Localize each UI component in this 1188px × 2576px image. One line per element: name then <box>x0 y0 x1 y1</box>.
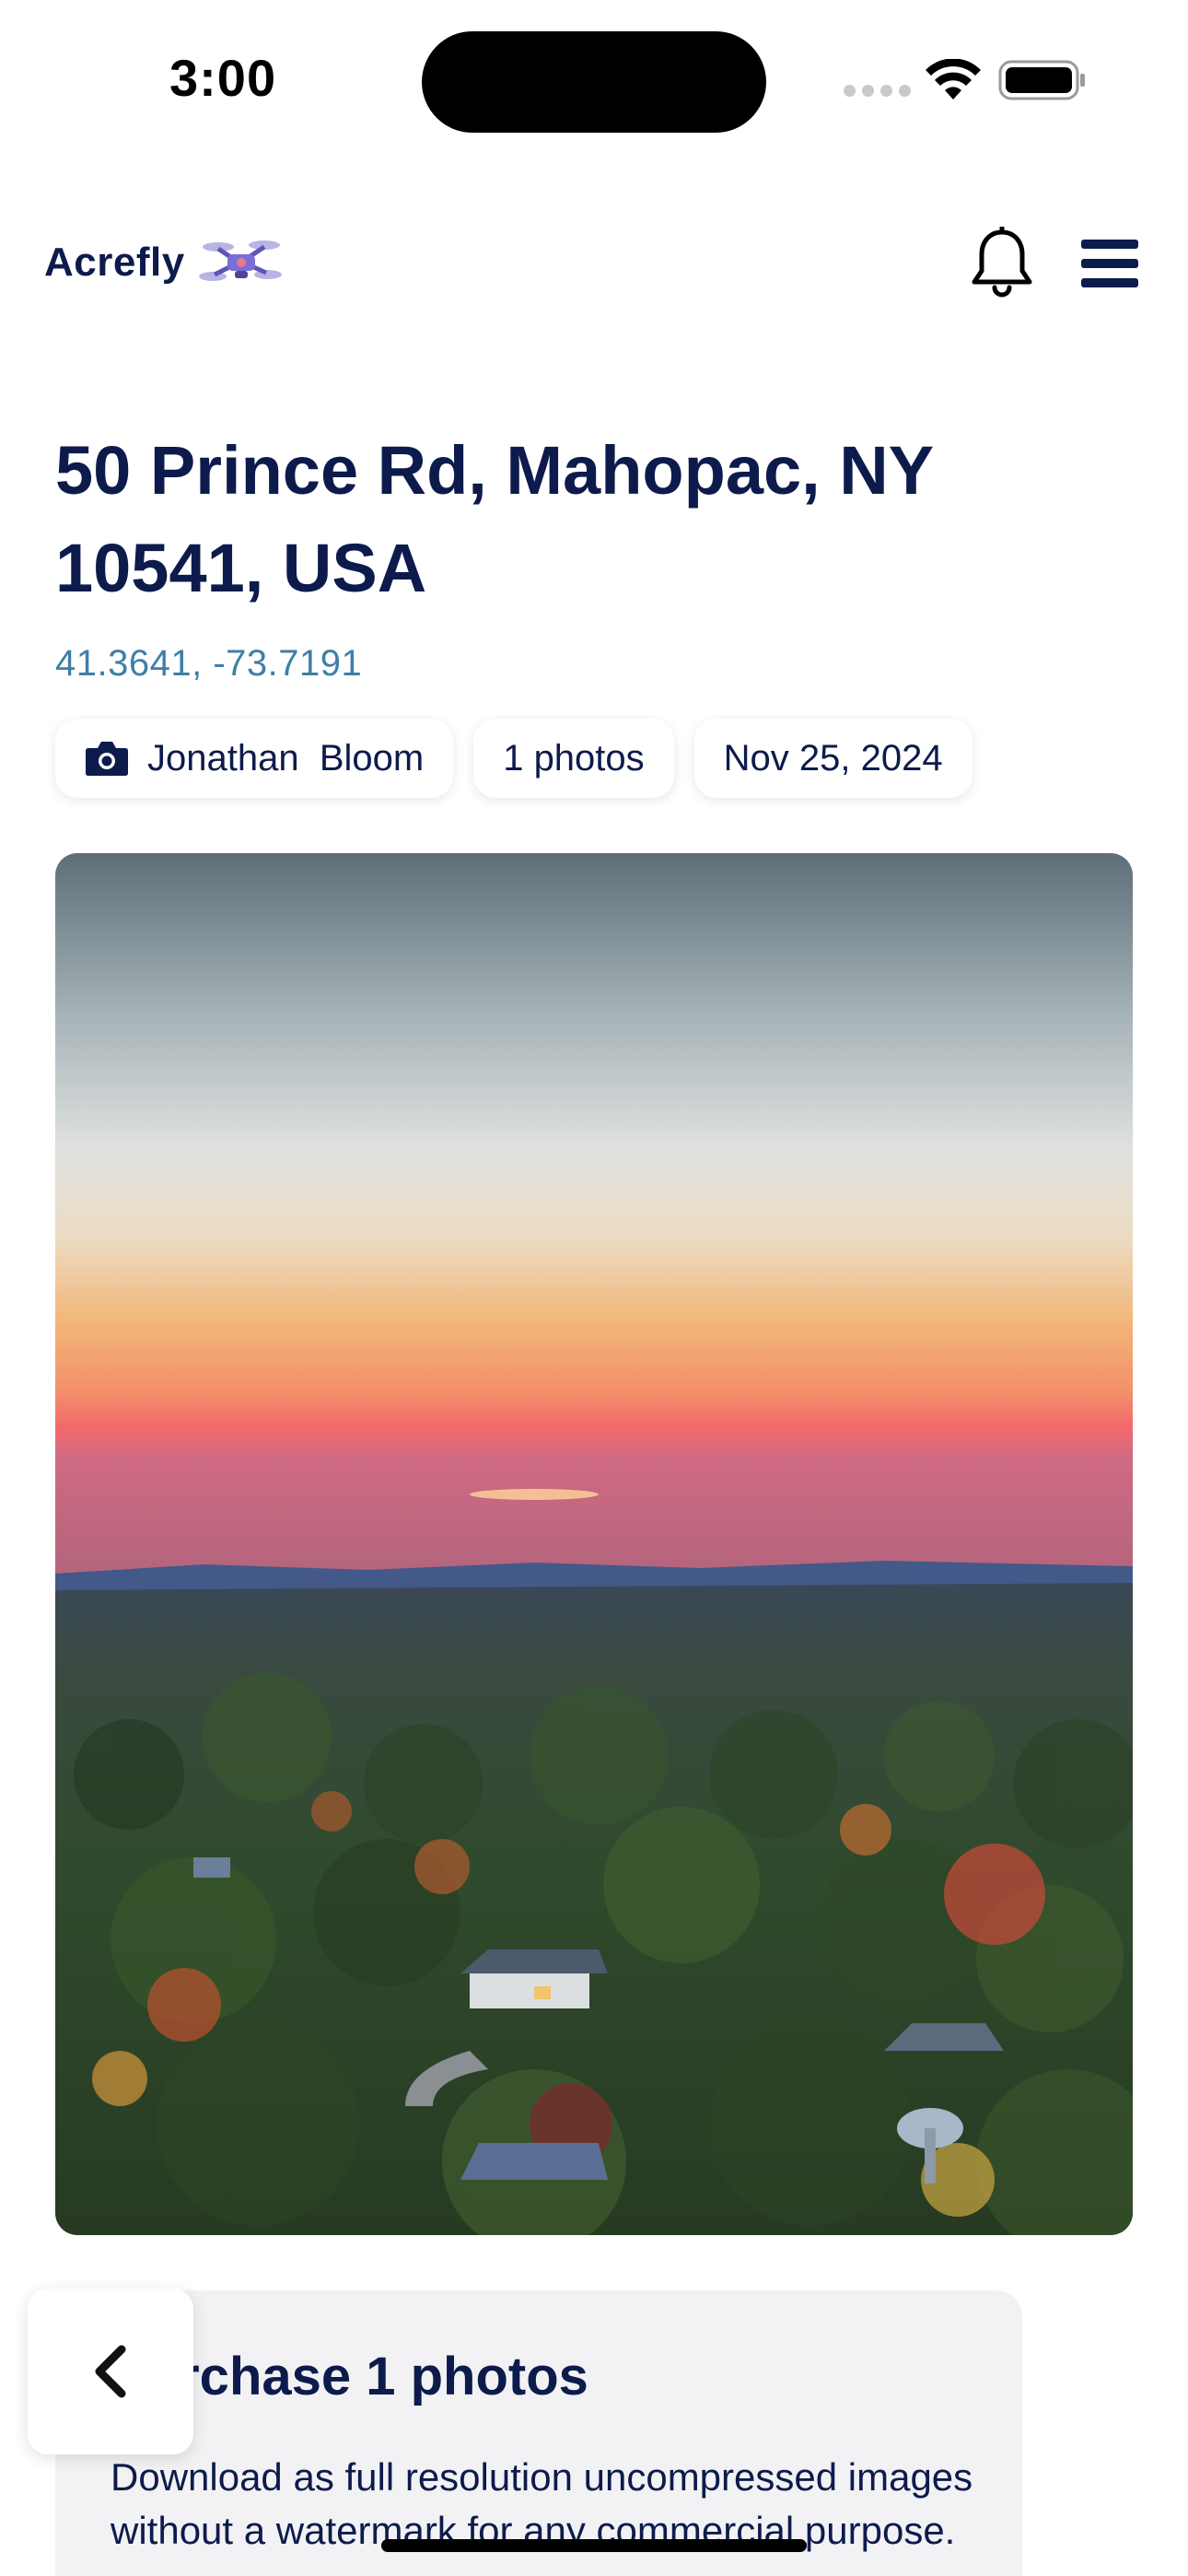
brand-name: Acrefly <box>44 240 185 285</box>
drone-icon <box>198 240 282 281</box>
listing-meta: Jonathan Bloom 1 photos Nov 25, 2024 <box>55 719 973 798</box>
page-title: 50 Prince Rd, Mahopac, NY 10541, USA <box>55 432 933 606</box>
screen: 3:00 Acrefly 50 Prince Rd, Mahopac, NY 1… <box>0 0 1188 2576</box>
photo-count: 1 photos <box>503 737 645 779</box>
status-time: 3:00 <box>169 49 277 107</box>
chevron-left-icon <box>95 2345 126 2398</box>
camera-icon <box>86 742 128 776</box>
home-indicator[interactable] <box>381 2539 807 2552</box>
back-button[interactable] <box>28 2289 193 2454</box>
cellular-signal-icon <box>844 85 911 97</box>
menu-icon[interactable] <box>1079 238 1140 289</box>
aerial-photo[interactable] <box>55 853 1133 2235</box>
photo-count-chip: 1 photos <box>473 719 674 798</box>
listing-date: Nov 25, 2024 <box>723 737 943 779</box>
photographer-chip[interactable]: Jonathan Bloom <box>55 719 454 798</box>
sunset-landscape-image <box>55 853 1133 2235</box>
dynamic-island <box>422 31 766 133</box>
purchase-card[interactable]: Purchase 1 photos Download as full resol… <box>55 2290 1022 2576</box>
wifi-icon <box>926 59 981 100</box>
brand-logo[interactable]: Acrefly <box>44 234 283 291</box>
photographer-name: Jonathan Bloom <box>147 737 425 779</box>
date-chip: Nov 25, 2024 <box>693 719 973 798</box>
coordinates: 41.3641, -73.7191 <box>55 643 363 684</box>
battery-icon <box>998 60 1085 100</box>
bell-icon[interactable] <box>969 227 1035 299</box>
